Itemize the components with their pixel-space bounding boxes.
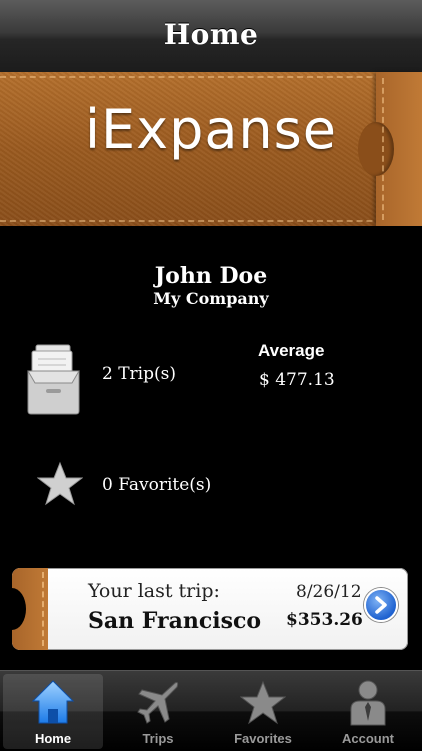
last-trip-destination: San Francisco	[88, 608, 262, 634]
card-leather-tab	[12, 568, 48, 650]
tab-label: Trips	[142, 731, 174, 746]
card-notch	[12, 588, 26, 630]
tab-label: Favorites	[234, 731, 292, 746]
tab-home[interactable]: Home	[3, 674, 103, 749]
star-icon	[240, 680, 286, 725]
last-trip-date: 8/26/12	[296, 582, 362, 602]
chevron-right-circle-icon[interactable]	[364, 588, 398, 622]
home-icon	[31, 680, 75, 724]
favorites-count: 0 Favorite(s)	[102, 475, 212, 495]
archive-box-icon	[26, 343, 81, 415]
user-company: My Company	[153, 289, 269, 308]
tab-label: Account	[342, 731, 394, 746]
user-name: John Doe	[154, 263, 268, 289]
tab-favorites[interactable]: Favorites	[213, 674, 313, 749]
tab-account[interactable]: Account	[318, 674, 418, 749]
star-icon	[36, 457, 84, 511]
banner-stitching	[0, 76, 422, 78]
last-trip-amount: $353.26	[286, 610, 363, 630]
trips-count: 2 Trip(s)	[102, 364, 176, 384]
average-label: Average	[258, 341, 325, 360]
airplane-icon	[137, 682, 179, 724]
person-icon	[350, 680, 386, 726]
tab-trips[interactable]: Trips	[108, 674, 208, 749]
navigation-bar: Home	[0, 0, 422, 73]
app-name: iExpanse	[84, 98, 338, 161]
average-value: $ 477.13	[259, 370, 335, 390]
page-title: Home	[163, 18, 259, 51]
tab-bar: Home Trips Favorites Account	[0, 670, 422, 751]
tab-label: Home	[34, 731, 72, 746]
last-trip-heading: Your last trip:	[88, 580, 220, 602]
banner-stitching	[0, 220, 422, 222]
last-trip-card[interactable]: Your last trip: San Francisco 8/26/12 $3…	[12, 568, 408, 650]
card-stitching	[42, 572, 44, 646]
